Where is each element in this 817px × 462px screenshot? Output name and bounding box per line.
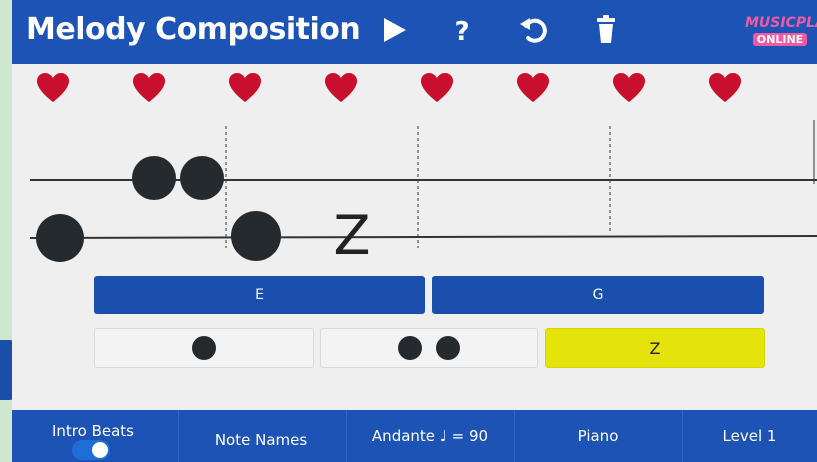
undo-icon	[520, 18, 547, 43]
heart-icon	[612, 72, 646, 104]
note-dot	[192, 336, 216, 360]
page-title: Melody Composition	[26, 12, 361, 47]
musicplay-logo: MUSICPLAY ONLINE	[745, 15, 817, 46]
heart-icon	[420, 72, 454, 104]
rhythm-button-quarter[interactable]	[94, 328, 314, 368]
trash-icon	[597, 15, 615, 43]
toggle-knob	[92, 442, 108, 458]
note-dot	[436, 336, 460, 360]
pitch-button-e[interactable]: E	[94, 276, 425, 314]
rhythm-button-rest[interactable]: Z	[545, 328, 765, 368]
heart-icon	[708, 72, 742, 104]
heart-icon	[228, 72, 262, 104]
play-icon	[384, 18, 406, 42]
staff-line-e	[29, 235, 817, 239]
play-button[interactable]	[376, 12, 412, 48]
note-dot	[398, 336, 422, 360]
heart-icon	[324, 72, 358, 104]
note-names-setting[interactable]: Note Names	[178, 410, 344, 462]
app-screen: Melody Composition ? MUSICPLA	[12, 0, 817, 462]
heart-icon	[516, 72, 550, 104]
level-setting[interactable]: Level 1	[682, 410, 817, 462]
footer-bar: Intro Beats Note Names Andante ♩ = 90 Pi…	[12, 410, 817, 462]
pitch-button-g[interactable]: G	[432, 276, 764, 314]
tempo-setting[interactable]: Andante ♩ = 90	[346, 410, 514, 462]
question-icon: ?	[454, 17, 469, 47]
help-button[interactable]: ?	[444, 12, 480, 48]
svg-text:?: ?	[454, 17, 469, 47]
rhythm-button-eighths[interactable]	[320, 328, 538, 368]
note-e	[231, 211, 281, 261]
heart-icon	[36, 72, 70, 104]
header-bar: Melody Composition ? MUSICPLA	[12, 0, 817, 64]
note-e	[36, 214, 84, 262]
note-g	[132, 156, 176, 200]
instrument-setting[interactable]: Piano	[514, 410, 682, 462]
beat-hearts	[12, 66, 817, 110]
note-g	[180, 156, 224, 200]
heart-icon	[132, 72, 166, 104]
delete-button[interactable]	[588, 12, 624, 48]
melody-staff: Z	[12, 120, 817, 280]
rest-symbol: Z	[334, 204, 371, 267]
undo-button[interactable]	[516, 12, 552, 48]
intro-beats-toggle[interactable]	[72, 440, 110, 460]
